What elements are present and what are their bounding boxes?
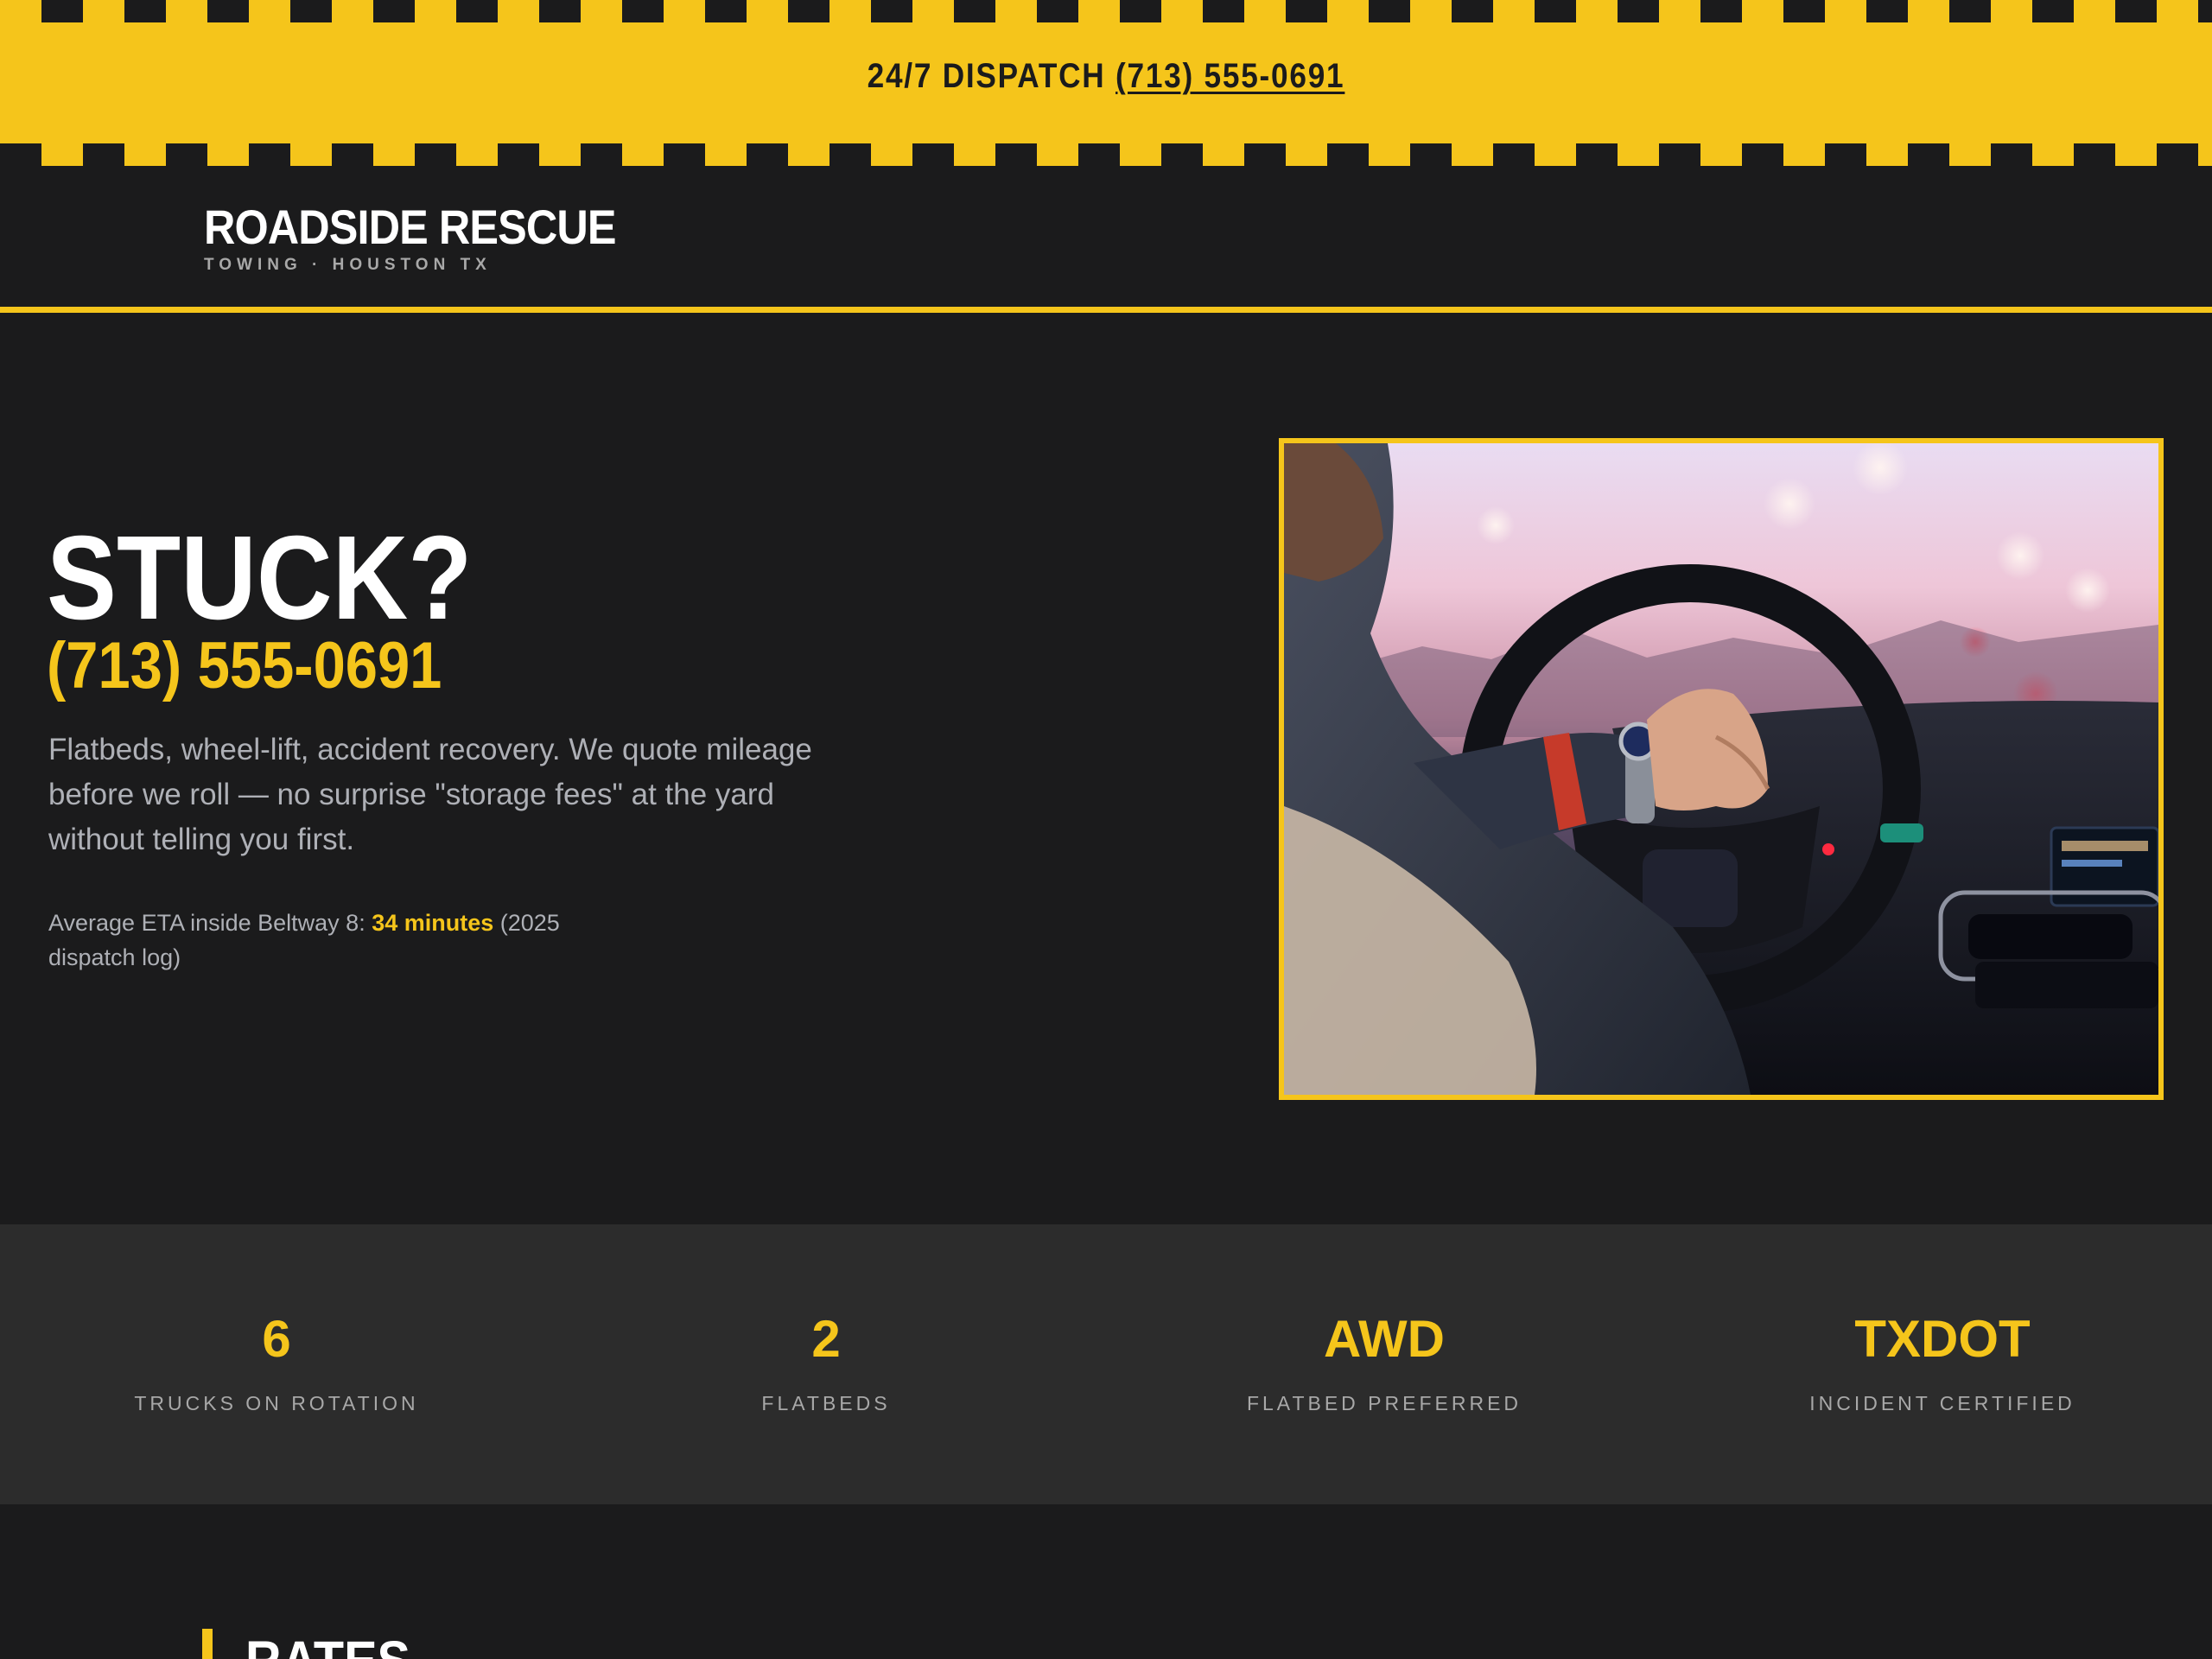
checker-pattern-bottom — [0, 143, 2212, 166]
stat-value: TXDOT — [1854, 1310, 2031, 1368]
dispatch-phone-link[interactable]: (713) 555-0691 — [1116, 57, 1344, 95]
stat-value: AWD — [1324, 1310, 1445, 1368]
logo-subtitle: TOWING · HOUSTON TX — [204, 256, 492, 274]
stat-trucks: 6 TRUCKS ON ROTATION — [0, 1224, 553, 1504]
logo-title[interactable]: ROADSIDE RESCUE — [204, 199, 616, 255]
checker-pattern-top — [0, 0, 2212, 22]
site-header: ROADSIDE RESCUE TOWING · HOUSTON TX — [0, 166, 2212, 308]
eta-note: Average ETA inside Beltway 8: 34 minutes… — [48, 906, 636, 975]
header-divider — [0, 307, 2212, 313]
stats-band: 6 TRUCKS ON ROTATION 2 FLATBEDS AWD FLAT… — [0, 1224, 2212, 1504]
hero-title: STUCK? — [47, 512, 473, 645]
stat-awd: AWD FLATBED PREFERRED — [1108, 1224, 1661, 1504]
stat-value: 2 — [811, 1310, 841, 1368]
page: 24/7 DISPATCH (713) 555-0691 ROADSIDE RE… — [0, 0, 2212, 1659]
stat-txdot: TXDOT INCIDENT CERTIFIED — [1666, 1224, 2212, 1504]
eta-prefix: Average ETA inside Beltway 8: — [48, 910, 372, 936]
rates-heading-accent — [202, 1629, 213, 1659]
stat-value: 6 — [262, 1310, 291, 1368]
stat-label: FLATBED PREFERRED — [1246, 1392, 1522, 1414]
dispatch-text: 24/7 DISPATCH (713) 555-0691 — [133, 57, 2080, 96]
stat-label: FLATBEDS — [761, 1392, 891, 1414]
stat-label: TRUCKS ON ROTATION — [134, 1392, 419, 1414]
hero-photo — [1279, 438, 2164, 1100]
stat-flatbeds: 2 FLATBEDS — [550, 1224, 1103, 1504]
hero-description: Flatbeds, wheel-lift, accident recovery.… — [48, 733, 812, 856]
driver-at-wheel-illustration — [1284, 443, 2158, 1095]
rates-heading: RATES — [245, 1633, 410, 1659]
dispatch-label: 24/7 DISPATCH — [867, 57, 1106, 95]
hero-phone-link[interactable]: (713) 555-0691 — [47, 633, 442, 699]
dispatch-banner: 24/7 DISPATCH (713) 555-0691 — [0, 0, 2212, 166]
eta-value: 34 minutes — [372, 910, 494, 936]
stat-label: INCIDENT CERTIFIED — [1809, 1392, 2075, 1414]
